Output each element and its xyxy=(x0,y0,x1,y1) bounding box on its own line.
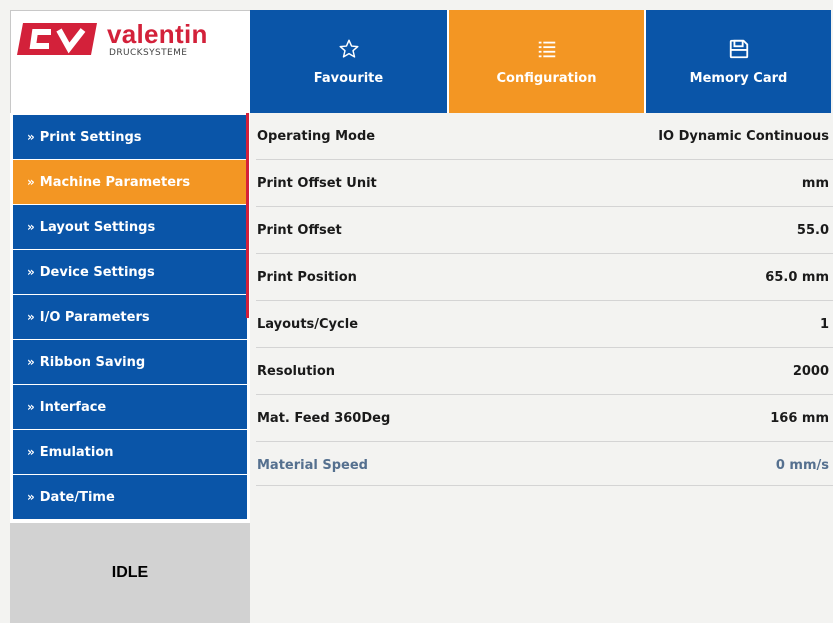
sidebar-item-label: Date/Time xyxy=(39,489,115,505)
star-icon xyxy=(338,37,360,61)
param-label: Print Offset Unit xyxy=(257,176,377,191)
double-chevron-right-icon: » xyxy=(27,400,35,414)
double-chevron-right-icon: » xyxy=(27,130,35,144)
sidebar-item-emulation[interactable]: » Emulation xyxy=(13,430,247,474)
param-value: IO Dynamic Continuous xyxy=(658,129,829,144)
param-value: 65.0 mm xyxy=(765,270,829,285)
sidebar-item-io-parameters[interactable]: » I/O Parameters xyxy=(13,295,247,339)
param-row-layouts-cycle[interactable]: Layouts/Cycle 1 xyxy=(250,301,833,348)
param-value: 1 xyxy=(819,317,829,332)
param-row-print-offset[interactable]: Print Offset 55.0 xyxy=(250,207,833,254)
sidebar-item-label: Interface xyxy=(39,399,107,415)
tab-configuration-label: Configuration xyxy=(496,71,597,86)
sidebar-item-label: Device Settings xyxy=(39,264,155,280)
status-panel: IDLE xyxy=(10,523,250,623)
tab-memory-card[interactable]: Memory Card xyxy=(644,10,831,113)
double-chevron-right-icon: » xyxy=(27,490,35,504)
status-text: IDLE xyxy=(111,564,149,581)
sidebar-item-layout-settings[interactable]: » Layout Settings xyxy=(13,205,247,249)
double-chevron-right-icon: » xyxy=(27,310,35,324)
row-divider xyxy=(256,485,833,486)
param-value: mm xyxy=(801,176,829,191)
double-chevron-right-icon: » xyxy=(27,265,35,279)
sidebar-item-label: Emulation xyxy=(39,444,114,460)
double-chevron-right-icon: » xyxy=(27,220,35,234)
sidebar-item-device-settings[interactable]: » Device Settings xyxy=(13,250,247,294)
param-row-material-speed: Material Speed 0 mm/s xyxy=(250,442,833,489)
sidebar-item-date-time[interactable]: » Date/Time xyxy=(13,475,247,519)
tab-favourite-label: Favourite xyxy=(313,71,384,86)
save-icon xyxy=(728,37,750,61)
param-label: Operating Mode xyxy=(257,129,376,144)
param-label: Mat. Feed 360Deg xyxy=(257,411,391,426)
param-row-print-offset-unit[interactable]: Print Offset Unit mm xyxy=(250,160,833,207)
logo-title: valentin xyxy=(107,19,208,49)
top-tab-bar: Favourite Configuration Memory Card xyxy=(250,10,833,113)
sidebar-item-label: I/O Parameters xyxy=(39,309,150,325)
double-chevron-right-icon: » xyxy=(27,445,35,459)
param-label: Print Offset xyxy=(257,223,342,238)
sidebar-menu: » Print Settings » Machine Parameters » Lay… xyxy=(10,113,250,523)
param-row-mat-feed-360deg[interactable]: Mat. Feed 360Deg 166 mm xyxy=(250,395,833,442)
sidebar-item-ribbon-saving[interactable]: » Ribbon Saving xyxy=(13,340,247,384)
parameter-list: Operating Mode IO Dynamic Continuous Pri… xyxy=(250,113,833,623)
app-window: valentin DRUCKSYSTEME Favourite Configur… xyxy=(0,0,833,623)
param-label: Resolution xyxy=(257,364,336,379)
sidebar-item-label: Print Settings xyxy=(39,129,142,145)
param-label: Material Speed xyxy=(257,458,368,473)
scroll-indicator[interactable] xyxy=(246,113,249,318)
sidebar-item-machine-parameters[interactable]: » Machine Parameters xyxy=(13,160,247,204)
cv-logo-mark-icon xyxy=(17,23,97,55)
sidebar-item-label: Machine Parameters xyxy=(39,174,191,190)
param-label: Print Position xyxy=(257,270,357,285)
double-chevron-right-icon: » xyxy=(27,355,35,369)
sidebar-item-print-settings[interactable]: » Print Settings xyxy=(13,115,247,159)
sidebar-item-label: Ribbon Saving xyxy=(39,354,146,370)
param-value: 2000 xyxy=(792,364,829,379)
sidebar-item-label: Layout Settings xyxy=(39,219,156,235)
double-chevron-right-icon: » xyxy=(27,175,35,189)
logo-subtitle: DRUCKSYSTEME xyxy=(109,48,188,58)
param-row-print-position[interactable]: Print Position 65.0 mm xyxy=(250,254,833,301)
tab-configuration[interactable]: Configuration xyxy=(447,10,644,113)
param-row-operating-mode[interactable]: Operating Mode IO Dynamic Continuous xyxy=(250,113,833,160)
param-value: 166 mm xyxy=(770,411,829,426)
sidebar-item-interface[interactable]: » Interface xyxy=(13,385,247,429)
param-value: 55.0 xyxy=(796,223,829,238)
tab-memory-card-label: Memory Card xyxy=(689,71,788,86)
tab-favourite[interactable]: Favourite xyxy=(250,10,447,113)
logo: valentin DRUCKSYSTEME xyxy=(10,10,250,113)
param-row-resolution[interactable]: Resolution 2000 xyxy=(250,348,833,395)
param-label: Layouts/Cycle xyxy=(257,317,359,332)
param-value: 0 mm/s xyxy=(775,458,829,473)
list-icon xyxy=(536,37,558,61)
